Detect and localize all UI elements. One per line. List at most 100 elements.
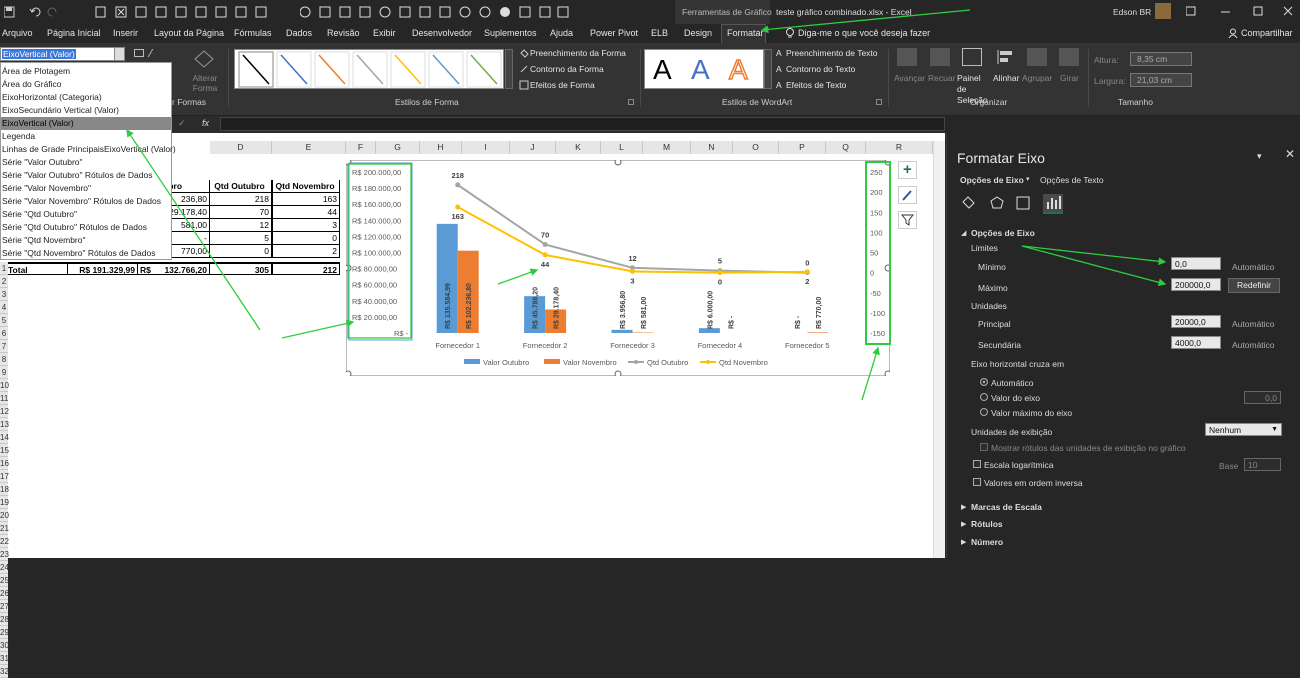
category-label[interactable]: Fornecedor 5: [785, 341, 830, 350]
tab-elb[interactable]: ELB: [651, 28, 668, 38]
row-header[interactable]: 7: [0, 340, 8, 353]
dropdown-item[interactable]: Série "Valor Outubro": [1, 156, 171, 169]
resize-handle[interactable]: [615, 160, 621, 165]
row-header[interactable]: 24: [0, 561, 8, 574]
girar-button[interactable]: Girar: [1060, 73, 1079, 83]
radio-valor-maximo-label[interactable]: Valor máximo do eixo: [991, 408, 1072, 418]
bar-valor-novembro[interactable]: [807, 332, 828, 333]
expand-marcas-icon[interactable]: ▶: [961, 503, 966, 511]
column-header[interactable]: K: [556, 141, 601, 154]
table-cell[interactable]: 12: [210, 219, 272, 232]
row-header[interactable]: 1: [0, 262, 8, 275]
column-header[interactable]: H: [420, 141, 462, 154]
efeitos-forma-button[interactable]: Efeitos de Forma: [530, 80, 595, 90]
legend-entry[interactable]: Valor Novembro: [563, 358, 617, 367]
line-data-label[interactable]: 218: [451, 171, 464, 180]
valor-eixo-input[interactable]: 0,0: [1244, 391, 1281, 404]
dropdown-item[interactable]: Série "Qtd Outubro": [1, 208, 171, 221]
row-header[interactable]: 13: [0, 418, 8, 431]
row-header[interactable]: 3: [0, 288, 8, 301]
primary-tick-label[interactable]: R$ 100.000,00: [352, 249, 401, 258]
total-valor-outubro[interactable]: R$ 191.329,99: [68, 262, 138, 275]
resize-handle[interactable]: [346, 371, 351, 376]
line-data-label[interactable]: 163: [451, 212, 464, 221]
tab-opcoes-eixo[interactable]: Opções de Eixo: [960, 175, 1024, 185]
contorno-forma-button[interactable]: Contorno da Forma: [530, 64, 604, 74]
row-header[interactable]: 31: [0, 652, 8, 665]
change-shape-icon[interactable]: [193, 49, 215, 69]
column-header[interactable]: R: [866, 141, 933, 154]
wordart-style-2[interactable]: A: [691, 54, 710, 86]
alinhar-button[interactable]: Alinhar: [993, 73, 1019, 83]
table-cell[interactable]: 0: [210, 245, 272, 258]
user-name[interactable]: Edson BR: [1113, 7, 1151, 17]
row-header[interactable]: 18: [0, 483, 8, 496]
dropdown-item[interactable]: EixoVertical (Valor): [1, 117, 171, 130]
table-cell[interactable]: 163: [272, 193, 340, 206]
table-cell[interactable]: 44: [272, 206, 340, 219]
line-data-label[interactable]: 3: [630, 276, 634, 285]
row-header[interactable]: 19: [0, 496, 8, 509]
send-backward-icon[interactable]: [930, 48, 950, 66]
wordart-dialog-launcher-icon[interactable]: [876, 99, 882, 105]
agrupar-button[interactable]: Agrupar: [1022, 73, 1052, 83]
tab-opcoes-texto[interactable]: Opções de Texto: [1040, 175, 1104, 185]
pane-close-icon[interactable]: ✕: [1285, 147, 1295, 161]
chart-styles-button[interactable]: [898, 186, 917, 204]
resize-handle[interactable]: [615, 371, 621, 376]
efeitos-texto-button[interactable]: Efeitos de Texto: [786, 80, 846, 90]
chart-elements-button[interactable]: +: [898, 161, 917, 179]
legend-marker[interactable]: [464, 359, 480, 364]
ordem-inversa-label[interactable]: Valores em ordem inversa: [984, 478, 1083, 488]
dropdown-item[interactable]: Área de Plotagem: [1, 65, 171, 78]
tab-inserir[interactable]: Inserir: [113, 28, 138, 38]
row-header[interactable]: 15: [0, 444, 8, 457]
dropdown-item[interactable]: Área do Gráfico: [1, 78, 171, 91]
secondary-tick-label[interactable]: -100: [870, 309, 885, 318]
primary-tick-label[interactable]: R$ 20.000,00: [352, 313, 397, 322]
column-header[interactable]: J: [510, 141, 556, 154]
tab-layout[interactable]: Layout da Página: [154, 28, 224, 38]
row-header[interactable]: 26: [0, 587, 8, 600]
wordart-scroll[interactable]: [764, 49, 772, 89]
line-data-label[interactable]: 70: [541, 230, 549, 239]
secondary-tick-label[interactable]: -150: [870, 329, 885, 338]
pane-category-icons[interactable]: [960, 194, 1080, 212]
wordart-style-3[interactable]: A: [729, 54, 748, 86]
primary-tick-label[interactable]: R$ 180.000,00: [352, 184, 401, 193]
secondary-tick-label[interactable]: -50: [870, 289, 881, 298]
header-qtd-outubro[interactable]: Qtd Outubro: [210, 180, 272, 193]
altura-input[interactable]: 8,35 cm: [1130, 52, 1192, 66]
table-cell[interactable]: 3: [272, 219, 340, 232]
line-point[interactable]: [805, 269, 810, 274]
primary-tick-label[interactable]: R$ 80.000,00: [352, 265, 397, 274]
legend-marker[interactable]: [544, 359, 560, 364]
row-header[interactable]: 22: [0, 535, 8, 548]
row-header[interactable]: 30: [0, 639, 8, 652]
line-point[interactable]: [543, 252, 548, 257]
section-rotulos[interactable]: Rótulos: [971, 519, 1003, 529]
bar-data-label[interactable]: R$ 3.956,80: [620, 291, 627, 329]
dropdown-item[interactable]: Série "Qtd Novembro": [1, 234, 171, 247]
secondary-tick-label[interactable]: 100: [870, 228, 883, 237]
unidades-exibicao-select[interactable]: Nenhum ▼: [1205, 423, 1282, 436]
column-header[interactable]: E: [272, 141, 346, 154]
section-opcoes-eixo[interactable]: Opções de Eixo: [971, 228, 1035, 238]
line-data-label[interactable]: 0: [805, 259, 809, 268]
row-header[interactable]: 12: [0, 405, 8, 418]
section-marcas[interactable]: Marcas de Escala: [971, 502, 1042, 512]
formula-input[interactable]: [220, 117, 945, 131]
dropdown-item[interactable]: Linhas de Grade PrincipaisEixoVertical (…: [1, 143, 171, 156]
row-header[interactable]: 11: [0, 392, 8, 405]
row-header[interactable]: 27: [0, 600, 8, 613]
line-data-label[interactable]: 0: [718, 278, 722, 287]
row-header[interactable]: 20: [0, 509, 8, 522]
tab-formatar[interactable]: Formatar: [727, 28, 764, 38]
table-cell[interactable]: 218: [210, 193, 272, 206]
row-header[interactable]: 16: [0, 457, 8, 470]
primary-tick-label[interactable]: R$ 160.000,00: [352, 200, 401, 209]
row-header[interactable]: 28: [0, 613, 8, 626]
preenchimento-forma-button[interactable]: Preenchimento da Forma: [530, 48, 626, 58]
header-qtd-novembro[interactable]: Qtd Novembro: [272, 180, 340, 193]
column-header[interactable]: N: [691, 141, 733, 154]
